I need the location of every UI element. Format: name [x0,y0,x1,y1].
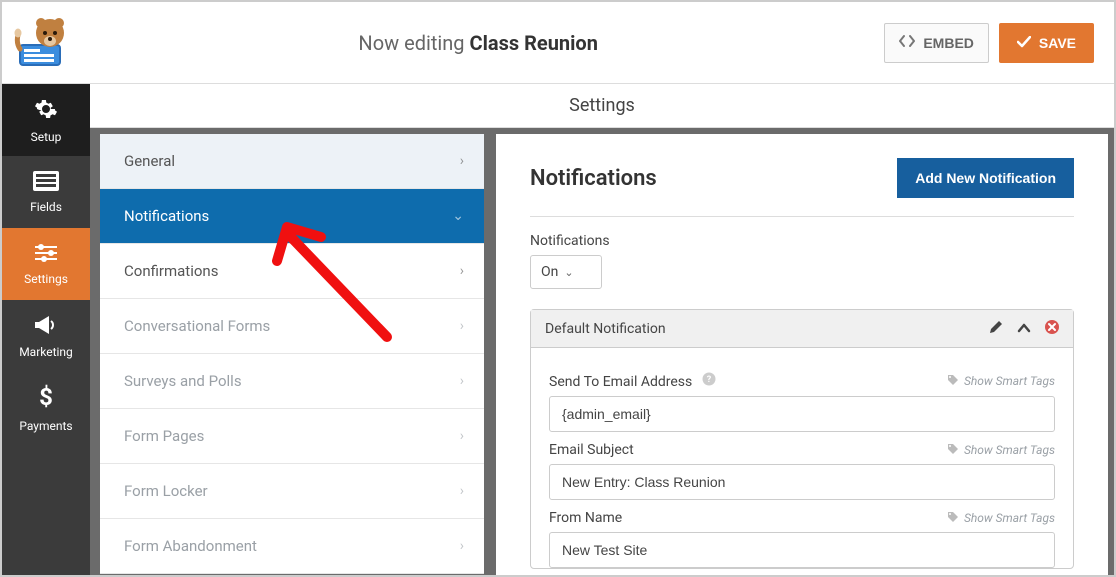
send-to-input[interactable] [549,396,1055,432]
show-smart-tags[interactable]: Show Smart Tags [947,511,1055,526]
settings-item-form-locker[interactable]: Form Locker › [100,464,484,519]
rail-label: Settings [24,272,68,286]
tag-icon [947,443,959,458]
card-title: Default Notification [545,321,666,337]
rail-item-setup[interactable]: Setup [2,84,90,156]
save-label: SAVE [1039,35,1076,51]
settings-item-general[interactable]: General › [100,134,484,189]
settings-item-label: Form Pages [124,427,204,445]
settings-item-label: Form Abandonment [124,537,257,555]
rail-item-marketing[interactable]: Marketing [2,300,90,372]
chevron-right-icon: › [460,153,464,169]
notification-card: Default Notification Send To Email Addre… [530,309,1074,569]
edit-icon[interactable] [989,320,1003,338]
toggle-value: On [541,264,558,280]
settings-list: General › Notifications ⌄ Confirmations … [100,134,484,574]
settings-item-label: Conversational Forms [124,317,270,335]
help-icon[interactable]: ? [702,374,716,390]
bullhorn-icon [33,314,59,339]
settings-item-label: Surveys and Polls [124,372,242,390]
left-rail: Setup Fields Settings Marketing $ Paymen… [2,84,90,575]
rail-label: Fields [30,200,62,214]
settings-item-notifications[interactable]: Notifications ⌄ [100,189,484,244]
chevron-right-icon: › [460,263,464,279]
settings-item-form-pages[interactable]: Form Pages › [100,409,484,464]
chevron-down-icon: ⌄ [564,266,573,279]
send-to-label: Send To Email Address [549,374,692,390]
svg-text:?: ? [706,375,711,385]
chevron-right-icon: › [460,318,464,334]
show-smart-tags[interactable]: Show Smart Tags [947,374,1055,389]
tag-icon [947,374,959,389]
settings-item-conversational-forms[interactable]: Conversational Forms › [100,299,484,354]
chevron-up-icon[interactable] [1017,321,1031,337]
settings-item-label: Notifications [124,207,209,225]
add-notification-button[interactable]: Add New Notification [897,158,1074,198]
editing-title: Now editing Class Reunion [72,31,884,55]
rail-item-settings[interactable]: Settings [2,228,90,300]
app-logo [12,13,72,73]
settings-item-label: Form Locker [124,482,208,500]
settings-item-form-abandonment[interactable]: Form Abandonment › [100,519,484,574]
chevron-down-icon: ⌄ [452,208,464,224]
notifications-toggle[interactable]: On ⌄ [530,255,602,289]
rail-item-fields[interactable]: Fields [2,156,90,228]
tag-icon [947,511,959,526]
embed-button[interactable]: EMBED [884,23,989,63]
delete-icon[interactable] [1045,320,1059,338]
rail-label: Payments [19,419,72,433]
settings-item-surveys-polls[interactable]: Surveys and Polls › [100,354,484,409]
chevron-right-icon: › [460,538,464,554]
check-icon [1017,35,1031,51]
sliders-icon [33,243,59,266]
notifications-toggle-label: Notifications [530,233,1074,249]
rail-label: Setup [31,130,62,144]
chevron-right-icon: › [460,483,464,499]
subject-input[interactable] [549,464,1055,500]
from-name-input[interactable] [549,532,1055,568]
embed-label: EMBED [923,35,974,51]
svg-text:$: $ [39,384,53,410]
list-icon [33,171,59,194]
show-smart-tags[interactable]: Show Smart Tags [947,443,1055,458]
secondary-title: Settings [569,95,635,116]
chevron-right-icon: › [460,373,464,389]
rail-label: Marketing [19,345,73,359]
secondary-header: Settings [90,84,1114,128]
save-button[interactable]: SAVE [999,23,1094,63]
panel-title: Notifications [530,166,657,191]
from-name-label: From Name [549,510,622,526]
settings-item-label: General [124,152,175,170]
code-icon [899,34,915,51]
rail-item-payments[interactable]: $ Payments [2,372,90,444]
subject-label: Email Subject [549,442,634,458]
settings-item-confirmations[interactable]: Confirmations › [100,244,484,299]
chevron-right-icon: › [460,428,464,444]
dollar-icon: $ [37,384,55,413]
gear-icon [34,97,58,124]
settings-item-label: Confirmations [124,262,218,280]
